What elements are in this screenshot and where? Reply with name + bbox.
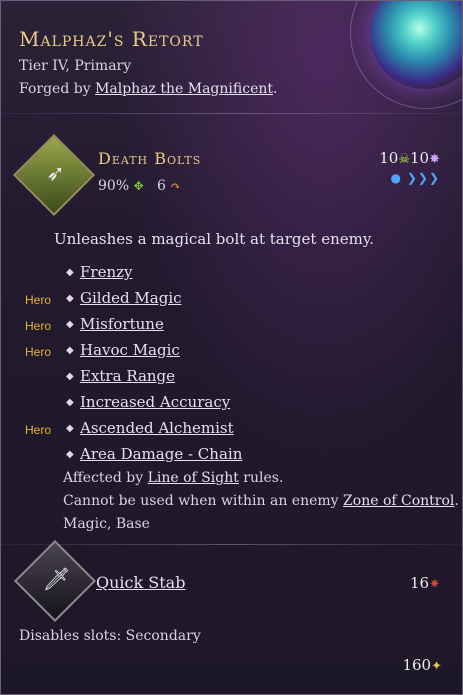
diamond-bullet-icon: ◆ [66,423,74,434]
upgrade-list: ◆ Frenzy Hero ◆ Gilded Magic Hero ◆ Misf… [1,262,462,470]
hero-tag: Hero [25,423,52,437]
quick-stab-cost: 16✷ [410,574,440,592]
skill-tags: Magic, Base [63,516,150,532]
note1-prefix: Affected by [63,470,148,486]
skill-stats: 90% ✥ 6 ↷ [98,178,180,194]
cost-b-value: 10 [410,149,430,167]
note2-suffix: . [454,493,459,509]
upgrade-row: ◆ Increased Accuracy [1,392,462,418]
forged-prefix: Forged by [19,81,96,97]
item-price: 160✦ [402,656,442,674]
divider [1,113,462,114]
quick-stab-cost-value: 16 [410,574,430,592]
upgrade-link[interactable]: Frenzy [80,263,133,281]
burst-icon: ✷ [429,577,440,592]
zone-of-control-link[interactable]: Zone of Control [343,493,454,509]
skill-name: Death Bolts [98,149,202,168]
skill-description: Unleashes a magical bolt at target enemy… [54,230,375,248]
item-tier: Tier IV, Primary [19,58,132,74]
upgrade-row: ◆ Frenzy [1,262,462,288]
upgrade-row: ◆ Extra Range [1,366,462,392]
action-points-icon: ● ❯❯❯ [390,171,440,185]
upgrade-link[interactable]: Increased Accuracy [80,393,230,411]
upgrade-row: Hero ◆ Gilded Magic [1,288,462,314]
hero-tag: Hero [25,319,52,333]
dagger-icon: 🗡 [42,567,71,593]
range-icon: ↷ [170,179,181,193]
note2-prefix: Cannot be used when within an enemy [63,493,344,509]
diamond-bullet-icon: ◆ [66,267,74,278]
divider [1,544,462,545]
upgrade-row: ◆ Area Damage - Chain [1,444,462,470]
diamond-bullet-icon: ◆ [66,371,74,382]
upgrade-link[interactable]: Havoc Magic [80,341,180,359]
item-tooltip-panel: Malphaz's Retort Tier IV, Primary Forged… [0,0,463,695]
upgrade-link[interactable]: Ascended Alchemist [80,419,234,437]
upgrade-link[interactable]: Misfortune [80,315,164,333]
upgrade-row: Hero ◆ Misfortune [1,314,462,340]
forged-suffix: . [273,81,278,97]
upgrade-link[interactable]: Area Damage - Chain [80,445,242,463]
disables-slots: Disables slots: Secondary [19,628,201,644]
dust-icon: ✦ [431,659,442,674]
diamond-bullet-icon: ◆ [66,397,74,408]
sparkle-icon: ✸ [429,152,440,167]
diamond-bullet-icon: ◆ [66,319,74,330]
accuracy-value: 90% [98,178,130,194]
range-value: 6 [157,178,166,194]
skull-icon: ☠ [398,152,410,167]
note1-suffix: rules. [238,470,284,486]
upgrade-row: Hero ◆ Ascended Alchemist [1,418,462,444]
price-value: 160 [402,656,432,674]
zone-of-control-note: Cannot be used when within an enemy Zone… [63,493,459,509]
diamond-bullet-icon: ◆ [66,293,74,304]
diamond-bullet-icon: ◆ [66,345,74,356]
hero-tag: Hero [25,345,52,359]
upgrade-link[interactable]: Extra Range [80,367,175,385]
skill-cost: 10☠10✸ [379,149,440,167]
item-title: Malphaz's Retort [19,27,204,51]
arrow-volley-icon: ➶ [46,161,65,187]
death-bolts-icon-frame[interactable]: ➶ [12,133,96,217]
quick-stab-link[interactable]: Quick Stab [96,573,185,592]
forged-by-line: Forged by Malphaz the Magnificent. [19,81,277,97]
line-of-sight-note: Affected by Line of Sight rules. [63,470,283,486]
forger-link[interactable]: Malphaz the Magnificent [95,81,273,97]
accuracy-icon: ✥ [133,179,144,193]
diamond-bullet-icon: ◆ [66,449,74,460]
upgrade-link[interactable]: Gilded Magic [80,289,182,307]
hero-tag: Hero [25,293,52,307]
cost-a-value: 10 [379,149,399,167]
upgrade-row: Hero ◆ Havoc Magic [1,340,462,366]
line-of-sight-link[interactable]: Line of Sight [148,470,239,486]
quick-stab-icon-frame[interactable]: 🗡 [13,539,97,623]
